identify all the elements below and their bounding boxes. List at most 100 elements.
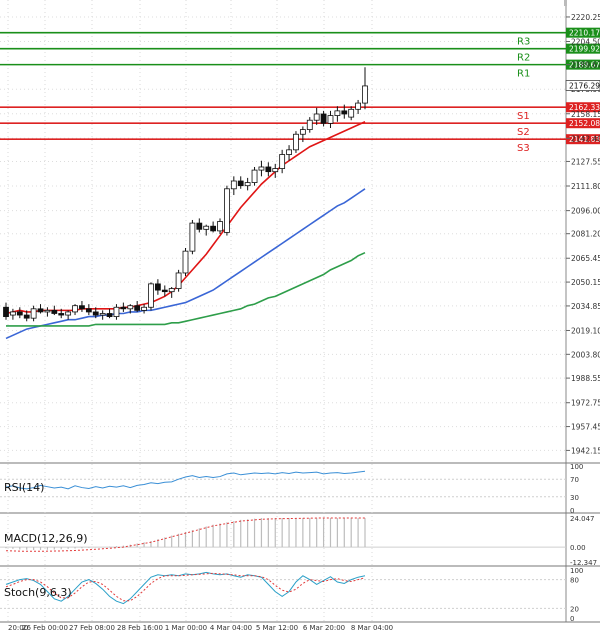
level-label: R1 <box>517 69 530 80</box>
time-tick-label: 1 Mar 00:00 <box>165 624 207 632</box>
candle-body <box>127 305 134 310</box>
level-label: S3 <box>517 143 530 154</box>
time-tick-label: 6 Mar 20:00 <box>303 624 345 632</box>
time-tick-label: 28 Feb 16:00 <box>117 624 163 632</box>
candle-body <box>334 110 341 116</box>
candle-body <box>99 313 106 316</box>
candle-body <box>237 180 244 187</box>
price-tick-label: 1972.75 <box>571 399 600 408</box>
time-tick-label: 26 Feb 00:00 <box>22 624 68 632</box>
candle-body <box>44 309 51 313</box>
candle-body <box>355 102 361 110</box>
macd-tick-label: -12.347 <box>570 559 597 567</box>
candle-body <box>85 308 92 313</box>
candle-body <box>258 166 265 171</box>
candle-body <box>113 306 120 318</box>
level-label: R3 <box>517 37 530 48</box>
price-tick-label: 2050.15 <box>571 278 600 287</box>
candle-body <box>217 221 223 232</box>
candle-body <box>106 313 113 318</box>
candle-body <box>210 225 217 232</box>
scroll-marker <box>564 0 567 6</box>
candle-body <box>10 311 16 316</box>
price-tick-label: 2019.10 <box>571 326 600 335</box>
price-axis: 2220.252204.502189.672173.902158.152142.… <box>565 13 600 455</box>
time-tick-label: 8 Mar 04:00 <box>351 624 393 632</box>
level-label: R2 <box>517 53 530 64</box>
stoch-tick-label: 0 <box>570 615 574 623</box>
price-tick-label: 1957.45 <box>571 423 600 432</box>
stoch-label: Stoch(9,6,3) <box>4 586 72 599</box>
candle-body <box>272 168 279 173</box>
macd-tick-label: 0.00 <box>570 544 586 552</box>
time-tick-label: 4 Mar 04:00 <box>210 624 252 632</box>
candle-body <box>362 85 368 104</box>
candle-body <box>23 314 30 319</box>
candle-body <box>134 305 141 311</box>
candle-body <box>348 108 355 118</box>
candle-body <box>327 115 334 124</box>
candle-body <box>182 250 189 274</box>
candle-body <box>3 306 9 318</box>
chart-svg: R32210.17R22199.92R12189.67S12162.33S221… <box>0 0 600 632</box>
candle-body <box>120 306 127 310</box>
pivot-levels: R32210.17R22199.92R12189.67S12162.33S221… <box>0 27 600 154</box>
candle-body <box>30 308 37 319</box>
stoch-tick-label: 100 <box>570 567 583 575</box>
time-tick-label: 27 Feb 08:00 <box>69 624 115 632</box>
price-tick-label: 2158.15 <box>571 110 600 119</box>
candle-body <box>72 305 78 313</box>
stoch-tick-label: 20 <box>570 605 579 613</box>
candle-body <box>320 113 327 124</box>
candle-body <box>154 283 161 291</box>
price-tick-label: 2111.80 <box>571 182 600 191</box>
macd-tick-label: 24.047 <box>570 515 595 523</box>
candle-body <box>196 222 203 230</box>
candle-body <box>306 119 313 130</box>
price-tick-label: 2034.85 <box>571 302 600 311</box>
candle-body <box>251 169 258 183</box>
candle-body <box>92 311 99 316</box>
price-tick-label: 2081.20 <box>571 230 600 239</box>
price-tick-label: 2003.80 <box>571 350 600 359</box>
rsi-tick-label: 0 <box>570 507 574 515</box>
candles <box>3 67 368 322</box>
candle-body <box>293 133 299 151</box>
candle-body <box>341 110 348 115</box>
candle-body <box>279 154 286 169</box>
candle-body <box>175 272 182 289</box>
candle-body <box>168 288 175 293</box>
candle-body <box>16 311 23 316</box>
price-tick-label: 1942.15 <box>571 446 600 455</box>
price-tick-label: 2127.55 <box>571 157 600 166</box>
candle-body <box>65 311 72 316</box>
level-price: 2210.17 <box>569 29 600 38</box>
level-label: S1 <box>517 111 530 122</box>
stoch-tick-label: 80 <box>570 577 579 585</box>
price-tick-label: 2204.50 <box>571 38 600 47</box>
rsi-tick-label: 100 <box>570 463 583 471</box>
candle-body <box>286 149 292 155</box>
rsi-tick-label: 70 <box>570 476 579 484</box>
candle-body <box>189 222 196 252</box>
candle-body <box>148 283 154 308</box>
current-price: 2176.29 <box>569 81 600 90</box>
price-tick-label: 2065.45 <box>571 254 600 263</box>
price-tick-label: 1988.55 <box>571 374 600 383</box>
candle-body <box>224 188 230 233</box>
level-price: 2152.08 <box>569 119 600 128</box>
candle-body <box>79 305 85 310</box>
rsi-tick-label: 30 <box>570 494 579 502</box>
macd-label: MACD(12,26,9) <box>4 532 88 545</box>
candle-body <box>51 309 58 314</box>
price-tick-label: 2189.67 <box>571 61 600 70</box>
time-tick-label: 5 Mar 12:00 <box>256 624 298 632</box>
candle-body <box>313 113 320 121</box>
price-tick-label: 2220.25 <box>571 13 600 22</box>
candle-body <box>230 180 237 190</box>
candle-body <box>161 289 168 293</box>
indicator-panels: RSI(14) 100 70 30 0 MACD(12,26,9) 24.047 0.00 -1… <box>0 463 597 623</box>
candle-body <box>141 306 147 311</box>
chart-stage: R3 2210.17 R2 2199.92 R1 2189.67 S1 2162.33 S2 21… <box>0 0 600 634</box>
moving-averages <box>5 121 366 340</box>
